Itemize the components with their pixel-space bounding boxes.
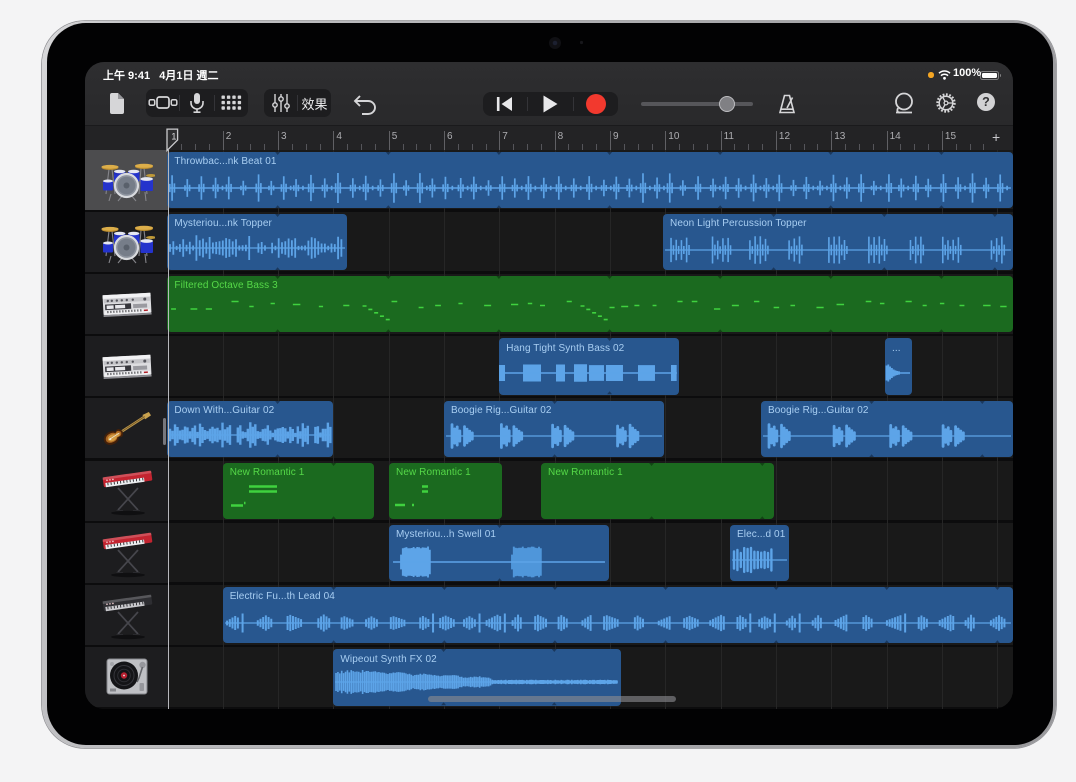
svg-text:1: 1 <box>171 131 176 142</box>
